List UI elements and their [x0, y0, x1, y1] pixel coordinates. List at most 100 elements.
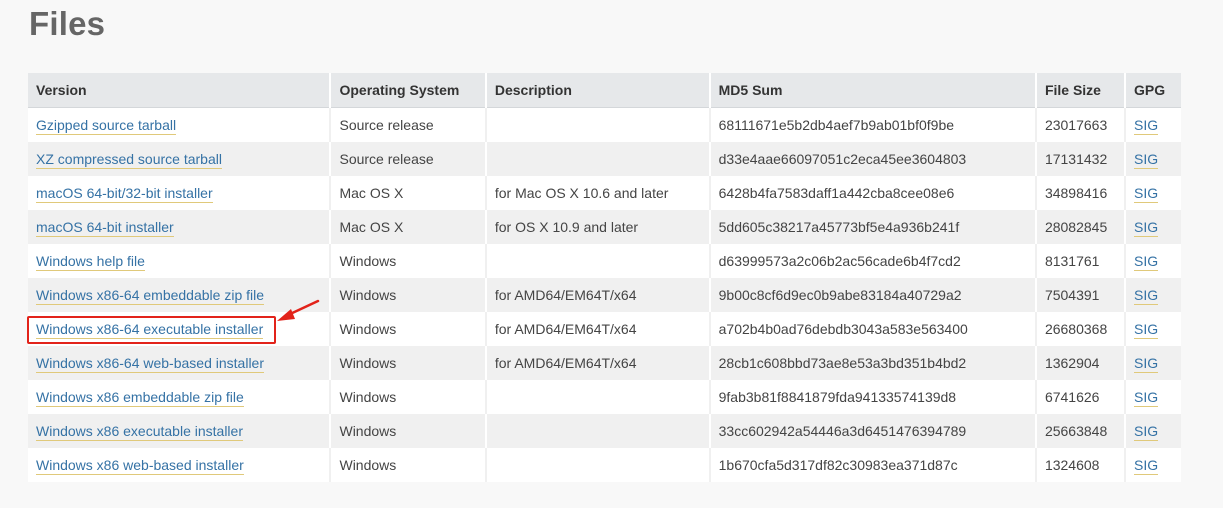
- operating-system-cell: Windows: [339, 355, 397, 371]
- files-table-body: Gzipped source tarball Source release 6811…: [28, 107, 1181, 482]
- md5-sum-cell: 9fab3b81f8841879fda94133574139d8: [718, 389, 957, 405]
- page-title: Files: [29, 5, 106, 42]
- file-version-link[interactable]: Windows x86 embeddable zip file: [36, 389, 244, 407]
- md5-cell: d63999573a2c06b2ac56cade6b4f7cd2: [709, 244, 1037, 278]
- md5-sum-cell: 5dd605c38217a45773bf5e4a936b241f: [718, 219, 960, 235]
- version-cell: XZ compressed source tarball: [28, 142, 332, 176]
- os-cell: Mac OS X: [330, 210, 487, 244]
- gpg-sig-link[interactable]: SIG: [1134, 389, 1159, 407]
- version-cell: Windows x86 web-based installer: [28, 448, 332, 482]
- size-cell: 25663848: [1035, 414, 1127, 448]
- size-cell: 8131761: [1035, 244, 1127, 278]
- gpg-cell: SIG: [1125, 107, 1181, 142]
- file-size-cell: 1362904: [1044, 355, 1100, 371]
- md5-sum-cell: 28cb1c608bbd73ae8e53a3bd351b4bd2: [718, 355, 967, 371]
- file-version-link[interactable]: Windows x86-64 web-based installer: [36, 355, 264, 373]
- gpg-cell: SIG: [1125, 176, 1181, 210]
- os-cell: Source release: [330, 142, 487, 176]
- header-gpg: GPG: [1125, 73, 1181, 108]
- version-cell: macOS 64-bit/32-bit installer: [28, 176, 332, 210]
- description-cell: [485, 244, 711, 278]
- description-cell: for AMD64/EM64T/x64: [485, 346, 711, 380]
- file-size-cell: 34898416: [1044, 185, 1108, 201]
- size-cell: 23017663: [1035, 107, 1127, 142]
- os-cell: Mac OS X: [330, 176, 487, 210]
- file-version-link[interactable]: macOS 64-bit installer: [36, 219, 174, 237]
- gpg-cell: SIG: [1125, 142, 1181, 176]
- os-cell: Windows: [330, 448, 487, 482]
- header-file-size: File Size: [1035, 73, 1127, 108]
- gpg-sig-link[interactable]: SIG: [1134, 321, 1159, 339]
- gpg-sig-link[interactable]: SIG: [1134, 151, 1159, 169]
- description-cell: for AMD64/EM64T/x64: [494, 287, 637, 303]
- os-cell: Windows: [330, 346, 487, 380]
- file-version-link[interactable]: Windows x86-64 embeddable zip file: [36, 287, 265, 305]
- description-cell: for AMD64/EM64T/x64: [494, 355, 637, 371]
- gpg-sig-link[interactable]: SIG: [1134, 117, 1159, 135]
- md5-sum-cell: d33e4aae66097051c2eca45ee3604803: [718, 151, 967, 167]
- md5-sum-cell: 9b00c8cf6d9ec0b9abe83184a40729a2: [718, 287, 962, 303]
- gpg-sig-link[interactable]: SIG: [1134, 457, 1159, 475]
- md5-sum-cell: 1b670cfa5d317df82c30983ea371d87c: [718, 457, 958, 473]
- table-row: Windows help file Windows d63999573a2c06b2…: [28, 244, 1181, 278]
- version-cell: Windows x86-64 embeddable zip file: [28, 278, 332, 312]
- version-cell: Windows help file: [28, 244, 332, 278]
- description-cell: [485, 107, 711, 142]
- os-cell: Windows: [330, 278, 487, 312]
- operating-system-cell: Source release: [339, 151, 434, 167]
- header-version: Version: [28, 73, 332, 108]
- gpg-sig-link[interactable]: SIG: [1134, 219, 1159, 237]
- operating-system-cell: Windows: [339, 287, 397, 303]
- md5-cell: 68111671e5b2db4aef7b9ab01bf0f9be: [709, 107, 1037, 142]
- version-cell: Windows x86-64 web-based installer: [28, 346, 332, 380]
- gpg-cell: SIG: [1125, 278, 1181, 312]
- md5-sum-cell: a702b4b0ad76debdb3043a583e563400: [718, 321, 968, 337]
- files-table: Version Operating System Description MD5…: [28, 73, 1181, 482]
- gpg-sig-link[interactable]: SIG: [1134, 287, 1159, 305]
- file-version-link[interactable]: XZ compressed source tarball: [36, 151, 222, 169]
- md5-cell: 9fab3b81f8841879fda94133574139d8: [709, 380, 1037, 414]
- gpg-sig-link[interactable]: SIG: [1134, 185, 1159, 203]
- md5-cell: 1b670cfa5d317df82c30983ea371d87c: [709, 448, 1037, 482]
- version-cell: Windows x86 executable installer: [28, 414, 332, 448]
- gpg-cell: SIG: [1125, 312, 1181, 346]
- description-cell: for AMD64/EM64T/x64: [494, 321, 637, 337]
- file-version-link[interactable]: Windows x86-64 executable installer: [36, 321, 264, 339]
- md5-cell: 33cc602942a54446a3d6451476394789: [709, 414, 1037, 448]
- header-operating-system: Operating System: [330, 73, 487, 108]
- operating-system-cell: Windows: [339, 423, 397, 439]
- gpg-sig-link[interactable]: SIG: [1134, 253, 1159, 271]
- md5-cell: 9b00c8cf6d9ec0b9abe83184a40729a2: [709, 278, 1037, 312]
- md5-cell: 5dd605c38217a45773bf5e4a936b241f: [709, 210, 1037, 244]
- file-size-cell: 1324608: [1044, 457, 1100, 473]
- file-size-cell: 28082845: [1044, 219, 1108, 235]
- md5-sum-cell: d63999573a2c06b2ac56cade6b4f7cd2: [718, 253, 961, 269]
- table-row: Windows x86 executable installer Windows 3…: [28, 414, 1181, 448]
- file-version-link[interactable]: Windows x86 web-based installer: [36, 457, 244, 475]
- file-version-link[interactable]: macOS 64-bit/32-bit installer: [36, 185, 213, 203]
- size-cell: 7504391: [1035, 278, 1127, 312]
- gpg-cell: SIG: [1125, 346, 1181, 380]
- gpg-cell: SIG: [1125, 210, 1181, 244]
- version-cell: macOS 64-bit installer: [28, 210, 332, 244]
- gpg-sig-link[interactable]: SIG: [1134, 355, 1159, 373]
- size-cell: 6741626: [1035, 380, 1127, 414]
- table-row: Windows x86 web-based installer Windows 1b…: [28, 448, 1181, 482]
- md5-cell: d33e4aae66097051c2eca45ee3604803: [709, 142, 1037, 176]
- table-row: Windows x86-64 web-based installer Window…: [28, 346, 1181, 380]
- description-cell: [485, 142, 711, 176]
- file-version-link[interactable]: Windows help file: [36, 253, 145, 271]
- table-row: Gzipped source tarball Source release 6811…: [28, 107, 1181, 142]
- file-version-link[interactable]: Gzipped source tarball: [36, 117, 177, 135]
- size-cell: 1362904: [1035, 346, 1127, 380]
- os-cell: Source release: [330, 107, 487, 142]
- md5-cell: 6428b4fa7583daff1a442cba8cee08e6: [709, 176, 1037, 210]
- operating-system-cell: Windows: [339, 253, 397, 269]
- md5-sum-cell: 68111671e5b2db4aef7b9ab01bf0f9be: [718, 117, 955, 133]
- md5-sum-cell: 6428b4fa7583daff1a442cba8cee08e6: [718, 185, 955, 201]
- file-size-cell: 8131761: [1044, 253, 1100, 269]
- file-version-link[interactable]: Windows x86 executable installer: [36, 423, 243, 441]
- description-cell: for AMD64/EM64T/x64: [485, 312, 711, 346]
- gpg-cell: SIG: [1125, 380, 1181, 414]
- gpg-sig-link[interactable]: SIG: [1134, 423, 1159, 441]
